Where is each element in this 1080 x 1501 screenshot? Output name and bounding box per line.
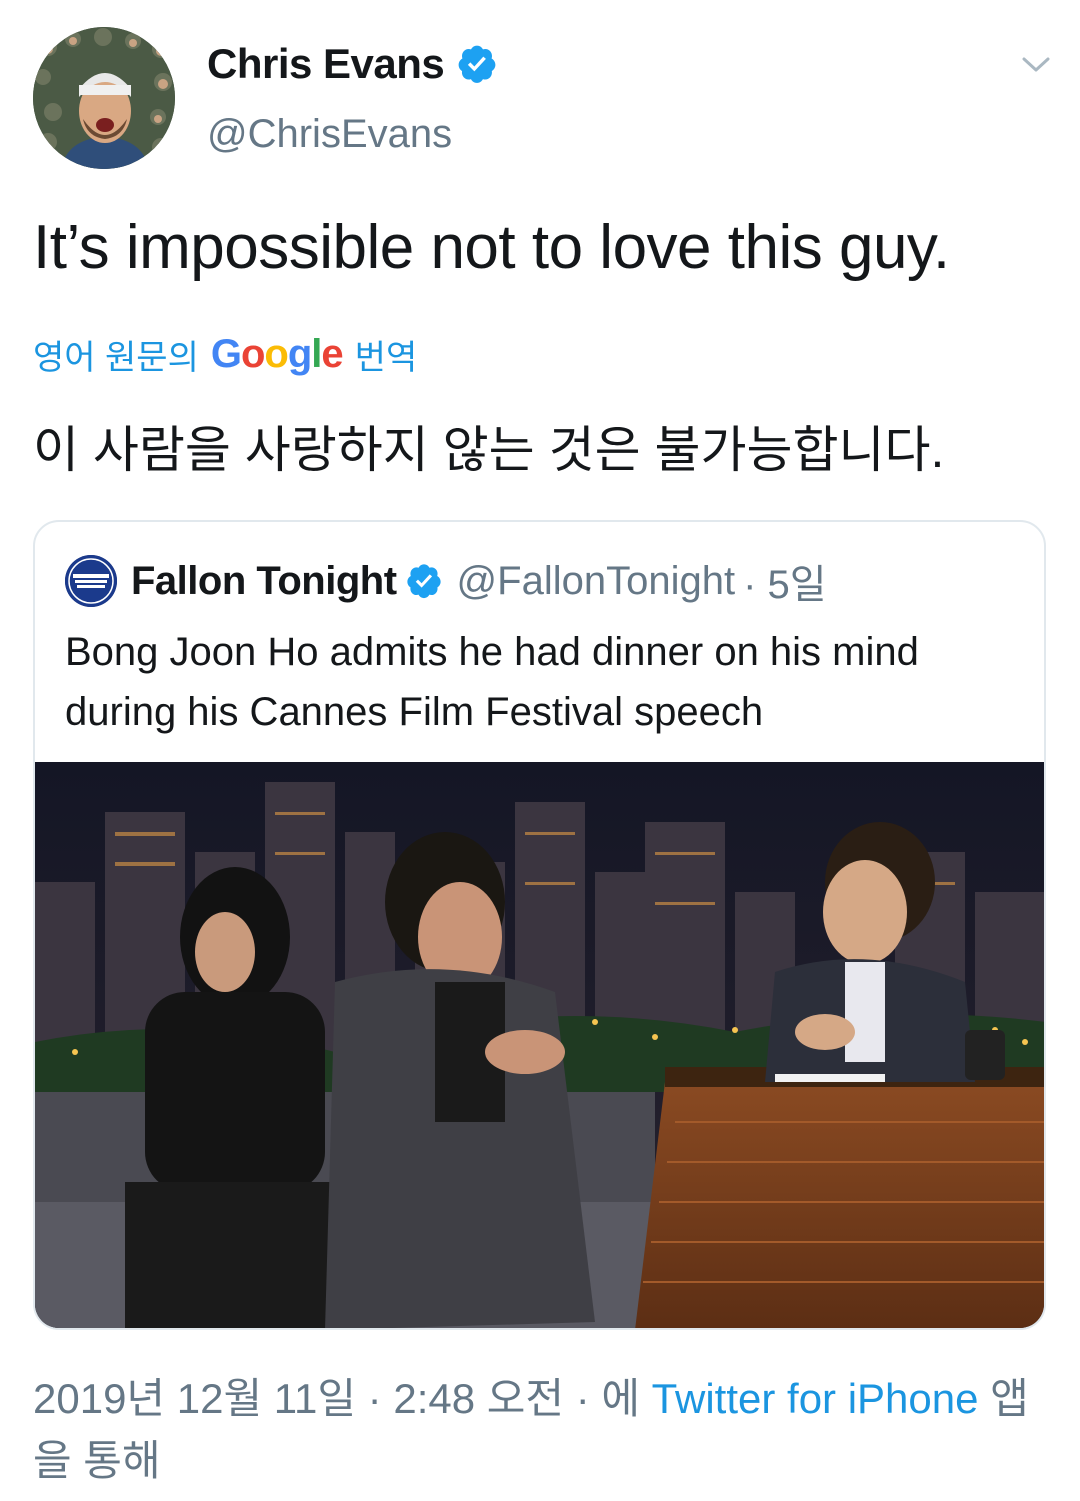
quoted-header: Fallon Tonight @FallonTonight · 5일 [65, 552, 827, 610]
tweet-footer: 2019년 12월 11일 · 2:48 오전 · 에 Twitter for … [33, 1368, 1033, 1492]
translate-suffix: 번역 [354, 339, 418, 377]
chevron-down-icon[interactable] [1022, 55, 1050, 75]
translate-prefix: 영어 원문의 [33, 339, 199, 377]
translated-text: 이 사람을 사랑하지 않는 것은 불가능합니다. [33, 422, 945, 478]
tweet-datetime[interactable]: 2019년 12월 11일 · 2:48 오전 · 에 [33, 1375, 640, 1422]
tweet-source-link[interactable]: Twitter for iPhone [652, 1375, 979, 1422]
avatar-image [33, 27, 175, 169]
author-name-row[interactable]: Chris Evans [207, 40, 498, 88]
quoted-tweet-card[interactable]: Fallon Tonight @FallonTonight · 5일 Bong … [33, 520, 1046, 1330]
author-avatar[interactable] [33, 27, 175, 169]
quoted-handle[interactable]: @FallonTonight [457, 559, 736, 604]
tweet-text: It’s impossible not to love this guy. [33, 213, 950, 282]
quoted-name[interactable]: Fallon Tonight [131, 559, 397, 604]
author-handle[interactable]: @ChrisEvans [207, 112, 452, 157]
google-logo: Google [210, 332, 344, 376]
quoted-media-image[interactable] [35, 762, 1044, 1328]
quoted-verified-badge-icon [406, 564, 441, 599]
author-name[interactable]: Chris Evans [207, 40, 445, 88]
quoted-time: · 5일 [743, 563, 827, 607]
talk-show-scene [35, 762, 1044, 1328]
quoted-text: Bong Joon Ho admits he had dinner on his… [65, 630, 919, 734]
verified-badge-icon [458, 45, 496, 83]
quoted-avatar [65, 555, 117, 607]
translate-bar[interactable]: 영어 원문의 Google 번역 [33, 330, 417, 379]
